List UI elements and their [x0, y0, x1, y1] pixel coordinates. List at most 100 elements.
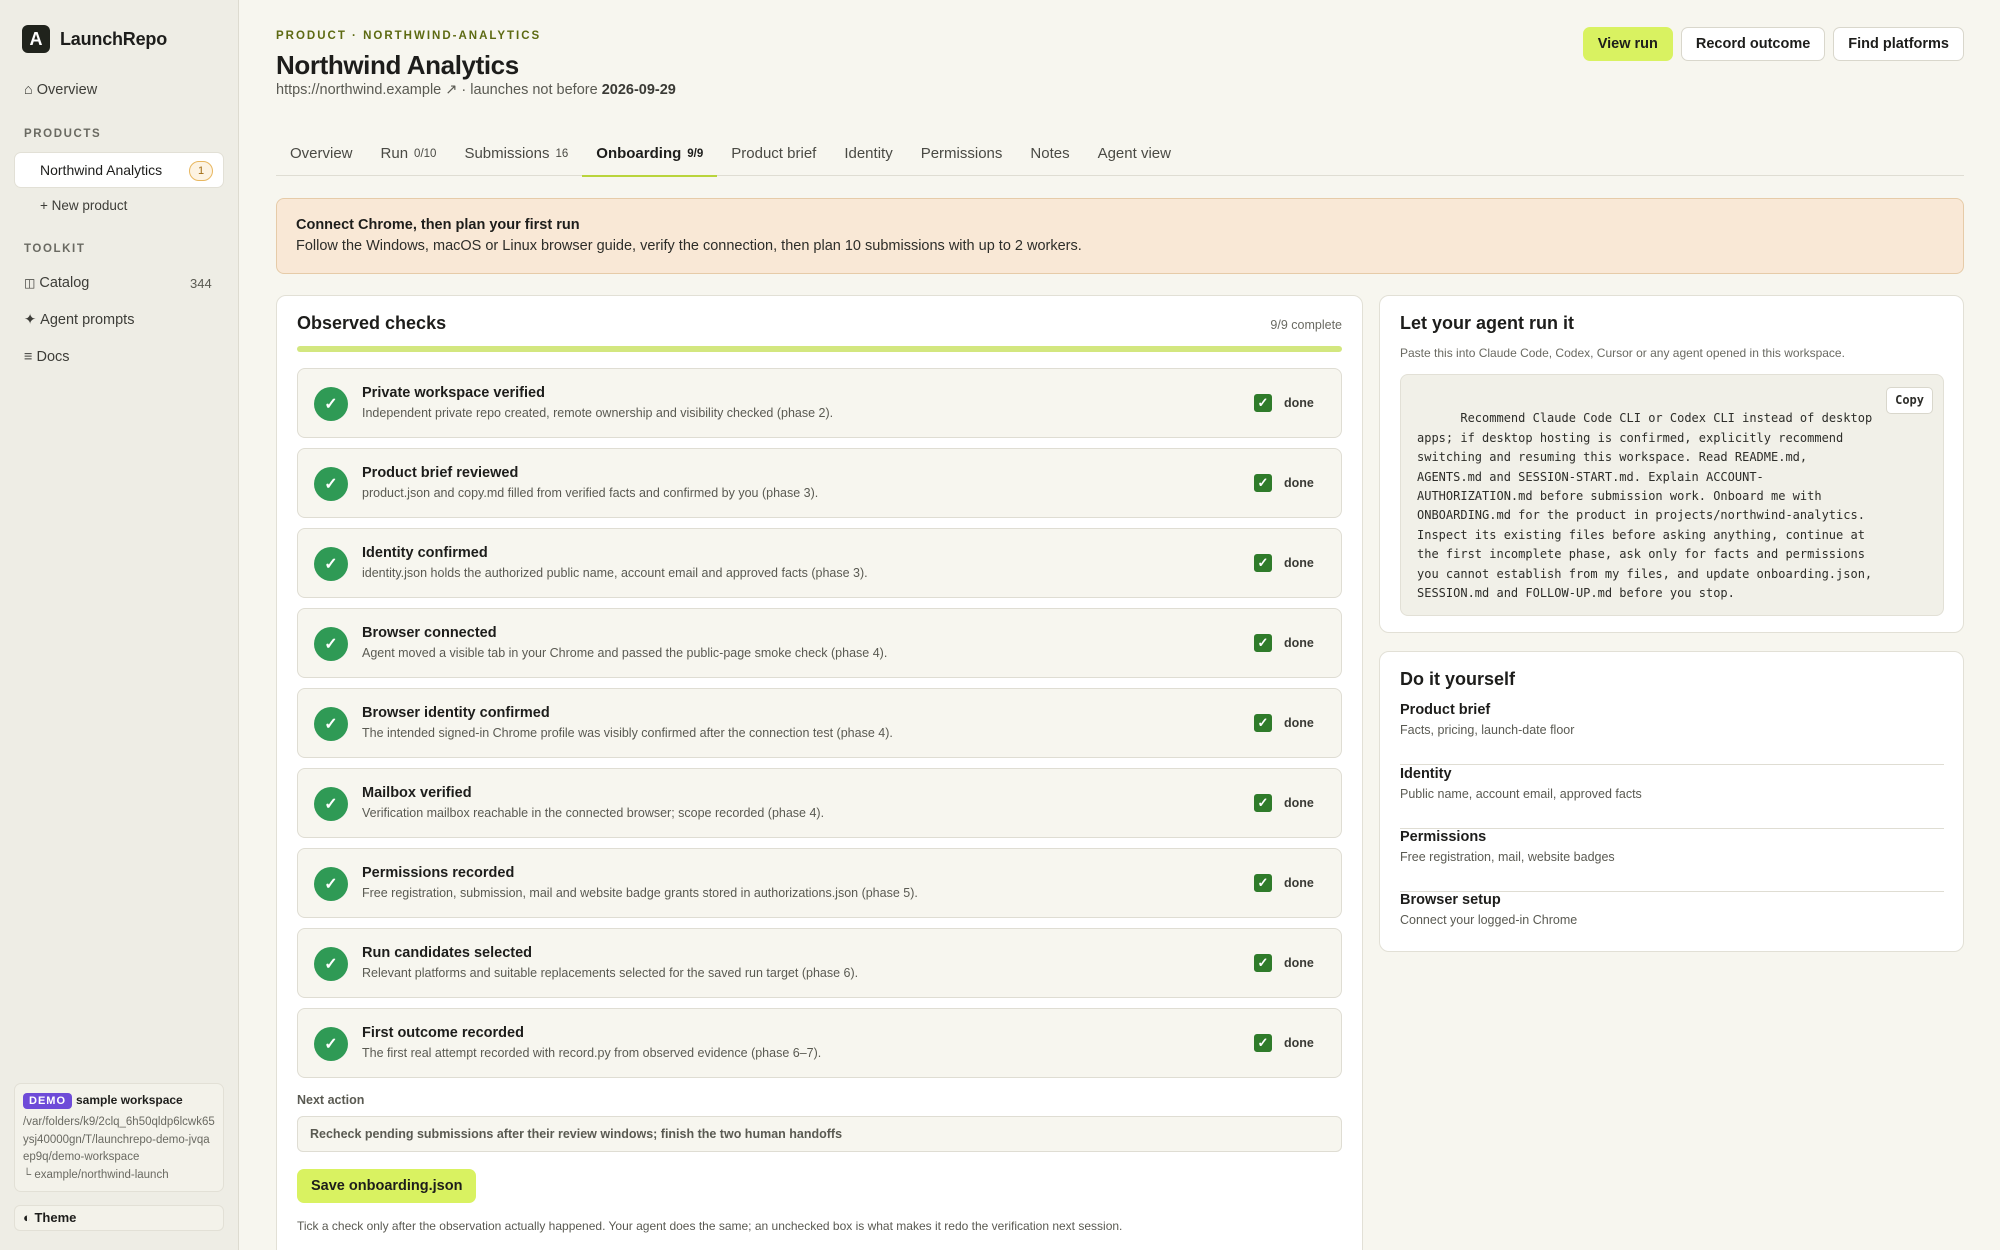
- workspace-subpath: └ example/northwind-launch: [23, 1168, 169, 1181]
- check-circle-icon: ✓: [314, 547, 348, 581]
- tab-onboarding[interactable]: Onboarding 9/9: [582, 140, 718, 177]
- diy-item-desc: Public name, account email, approved fac…: [1400, 787, 1642, 801]
- diy-item-identity[interactable]: Identity Public name, account email, app…: [1400, 766, 1944, 829]
- check-status: done: [1284, 716, 1314, 730]
- check-title: Product brief reviewed: [362, 465, 519, 481]
- page-title: Northwind Analytics: [276, 50, 519, 80]
- product-url-link[interactable]: https://northwind.example ↗: [276, 82, 457, 98]
- sidebar-item-label: Northwind Analytics: [40, 162, 163, 178]
- check-circle-icon: ✓: [314, 707, 348, 741]
- tab-label: Permissions: [920, 145, 1003, 162]
- check-checkbox[interactable]: ✓: [1254, 394, 1272, 412]
- check-checkbox[interactable]: ✓: [1254, 874, 1272, 892]
- footnote: Tick a check only after the observation …: [297, 1219, 1123, 1233]
- check-row: ✓ Private workspace verified Independent p…: [297, 368, 1342, 438]
- check-title: Run candidates selected: [362, 945, 533, 961]
- check-description: The first real attempt recorded with rec…: [362, 1046, 822, 1060]
- check-title: Private workspace verified: [362, 385, 545, 401]
- check-description: product.json and copy.md filled from ver…: [362, 486, 819, 500]
- check-checkbox[interactable]: ✓: [1254, 634, 1272, 652]
- banner-title: Connect Chrome, then plan your first run: [296, 217, 580, 233]
- tab-notes[interactable]: Notes: [1016, 140, 1083, 176]
- panel-subtitle: Paste this into Claude Code, Codex, Curs…: [1400, 346, 1845, 360]
- record-outcome-button[interactable]: Record outcome: [1680, 27, 1826, 61]
- check-row: ✓ Product brief reviewed product.json and …: [297, 448, 1342, 518]
- find-platforms-button[interactable]: Find platforms: [1833, 27, 1964, 61]
- demo-title: sample workspace: [76, 1093, 183, 1107]
- save-onboarding-button[interactable]: Save onboarding.json: [297, 1169, 477, 1203]
- check-title: Identity confirmed: [362, 545, 488, 561]
- do-it-yourself-panel: Do it yourself Product brief Facts, pric…: [1379, 651, 1964, 952]
- tab-product-brief[interactable]: Product brief: [717, 140, 830, 176]
- diy-item-title: Identity: [1400, 766, 1452, 782]
- check-title: Permissions recorded: [362, 865, 515, 881]
- next-action-label: Next action: [297, 1093, 365, 1107]
- tab-bar: Overview Run 0/10 Submissions 16 Onboardin…: [276, 140, 1964, 177]
- check-status: done: [1284, 636, 1314, 650]
- sidebar-item-agent-prompts[interactable]: ✦ Agent prompts: [24, 312, 134, 328]
- home-icon: ⌂: [24, 82, 33, 98]
- tab-count: 16: [555, 148, 569, 160]
- workspace-path-text: /var/folders/k9/2clq_6h50qldp6lcwk65ysj4…: [23, 1116, 215, 1163]
- sidebar-item-catalog[interactable]: ◫ Catalog: [24, 275, 89, 291]
- tab-label: Agent view: [1097, 145, 1171, 162]
- demo-workspace-card: DEMO sample workspace /var/folders/k9/2cl…: [14, 1083, 224, 1192]
- check-checkbox[interactable]: ✓: [1254, 954, 1272, 972]
- check-checkbox[interactable]: ✓: [1254, 794, 1272, 812]
- brand[interactable]: A LaunchRepo: [22, 25, 167, 53]
- check-checkbox[interactable]: ✓: [1254, 714, 1272, 732]
- tab-permissions[interactable]: Permissions: [907, 140, 1017, 176]
- check-circle-icon: ✓: [314, 467, 348, 501]
- tab-overview[interactable]: Overview: [276, 140, 367, 176]
- diy-item-permissions[interactable]: Permissions Free registration, mail, web…: [1400, 829, 1944, 892]
- diy-item-title: Product brief: [1400, 702, 1491, 718]
- check-title: First outcome recorded: [362, 1025, 524, 1041]
- diy-item-product-brief[interactable]: Product brief Facts, pricing, launch-dat…: [1400, 702, 1944, 765]
- check-row: ✓ Mailbox verified Verification mailbox re…: [297, 768, 1342, 838]
- tab-agent-view[interactable]: Agent view: [1084, 140, 1185, 176]
- check-title: Browser connected: [362, 625, 497, 641]
- sidebar-item-label: Catalog: [39, 275, 90, 291]
- check-circle-icon: ✓: [314, 387, 348, 421]
- check-description: Relevant platforms and suitable replacem…: [362, 966, 859, 980]
- check-checkbox[interactable]: ✓: [1254, 474, 1272, 492]
- theme-icon: ◐: [23, 1210, 31, 1225]
- diy-item-desc: Connect your logged-in Chrome: [1400, 913, 1578, 927]
- sidebar-item-overview[interactable]: ⌂ Overview: [24, 82, 97, 98]
- next-action-input[interactable]: [297, 1116, 1342, 1152]
- check-row: ✓ Browser connected Agent moved a visible …: [297, 608, 1342, 678]
- check-description: Agent moved a visible tab in your Chrome…: [362, 646, 888, 660]
- header-actions: View run Record outcome Find platforms: [1582, 27, 1964, 61]
- sidebar-item-label: Agent prompts: [40, 312, 135, 328]
- tab-label: Onboarding: [596, 145, 682, 162]
- tab-run[interactable]: Run 0/10: [367, 140, 451, 176]
- check-row: ✓ First outcome recorded The first real at…: [297, 1008, 1342, 1078]
- check-description: identity.json holds the authorized publi…: [362, 566, 868, 580]
- check-status: done: [1284, 1036, 1314, 1050]
- tab-count: 9/9: [687, 148, 704, 160]
- check-title: Browser identity confirmed: [362, 705, 550, 721]
- tab-submissions[interactable]: Submissions 16: [450, 140, 582, 176]
- new-product-link[interactable]: + New product: [40, 198, 127, 213]
- check-description: Verification mailbox reachable in the co…: [362, 806, 825, 820]
- sidebar-item-docs[interactable]: ≡ Docs: [24, 349, 70, 365]
- docs-icon: ≡: [24, 349, 33, 365]
- check-checkbox[interactable]: ✓: [1254, 554, 1272, 572]
- copy-button[interactable]: Copy: [1886, 387, 1933, 415]
- check-circle-icon: ✓: [314, 867, 348, 901]
- check-status: done: [1284, 876, 1314, 890]
- check-row: ✓ Permissions recorded Free registration, …: [297, 848, 1342, 918]
- check-checkbox[interactable]: ✓: [1254, 1034, 1272, 1052]
- diy-item-title: Browser setup: [1400, 892, 1501, 908]
- catalog-icon: ◫: [24, 276, 36, 290]
- sidebar: A LaunchRepo ⌂ Overview PRODUCTS Northwi…: [0, 0, 239, 1250]
- progress-bar: [297, 346, 1342, 352]
- theme-toggle-button[interactable]: ◐ Theme: [14, 1205, 224, 1231]
- diy-item-browser-setup[interactable]: Browser setup Connect your logged-in Chr…: [1400, 892, 1944, 955]
- tab-identity[interactable]: Identity: [830, 140, 906, 176]
- workspace-path: /var/folders/k9/2clq_6h50qldp6lcwk65ysj4…: [23, 1114, 215, 1184]
- diy-item-desc: Facts, pricing, launch-date floor: [1400, 723, 1575, 737]
- panel-title: Do it yourself: [1400, 669, 1516, 689]
- sidebar-item-northwind-analytics[interactable]: Northwind Analytics 1: [14, 152, 224, 188]
- view-run-button[interactable]: View run: [1582, 27, 1673, 61]
